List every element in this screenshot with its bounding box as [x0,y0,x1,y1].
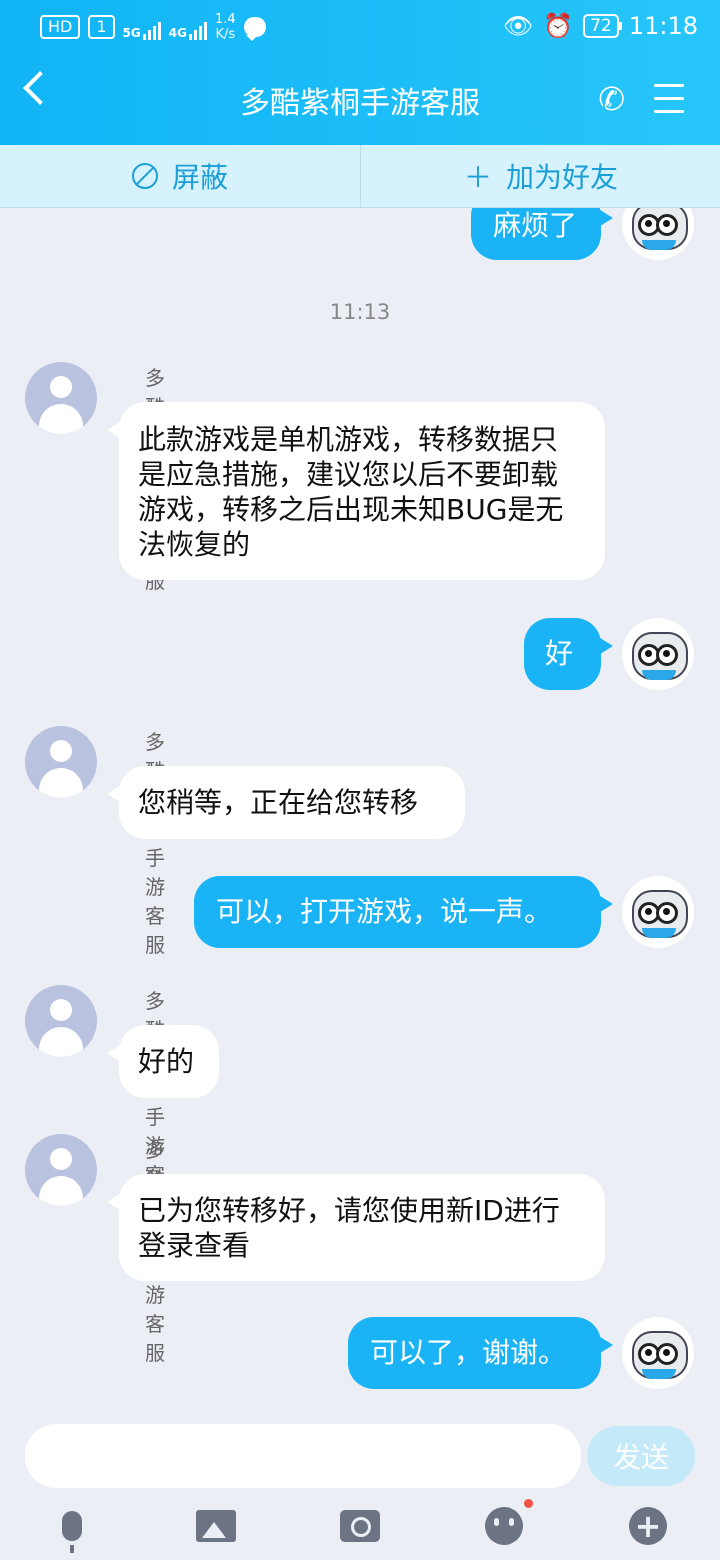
message-bubble[interactable]: 可以，打开游戏，说一声。 [194,876,613,948]
header: HD 1 5G 4G 1.4 K/s 👁 ⏰ 72 11:18 多酷紫桐手游客服 … [0,0,720,145]
plus-icon: ＋ [463,161,492,194]
service-avatar[interactable] [25,362,97,434]
my-avatar[interactable] [622,1317,694,1389]
message-bubble[interactable]: 您稍等，正在给您转移 [107,766,465,839]
title-bar: 多酷紫桐手游客服 ✆ [0,56,720,145]
emoji-button[interactable] [480,1499,533,1550]
my-avatar[interactable] [622,876,694,948]
phone-call-icon[interactable]: ✆ [598,80,625,118]
clock: 11:18 [628,12,698,40]
message-bubble[interactable]: 好的 [107,1025,219,1098]
plus-icon: + [629,1507,667,1545]
notification-dot [524,1499,533,1508]
message-bubble[interactable]: 可以了，谢谢。 [348,1317,613,1389]
message-bubble[interactable]: 已为您转移好，请您使用新ID进行登录查看 [107,1174,605,1281]
add-friend-button[interactable]: ＋ 加为好友 [360,145,720,207]
sim-badge: 1 [88,15,115,39]
eye-icon: 👁 [502,12,534,40]
my-avatar[interactable] [622,618,694,690]
emoji-icon [485,1499,533,1545]
sender-name: 多酷紫桐手游客服 [145,730,165,957]
message-input[interactable] [25,1424,581,1488]
battery-icon: 72 [583,14,622,38]
composer: 发送 + [0,1410,720,1560]
camera-icon [340,1510,380,1542]
action-bar-overlay: 屏蔽 ＋ 加为好友 [0,145,720,208]
microphone-icon [62,1511,82,1553]
service-avatar[interactable] [25,1134,97,1206]
service-avatar[interactable] [25,985,97,1057]
image-icon [196,1510,236,1542]
block-button[interactable]: 屏蔽 [0,145,360,207]
service-avatar[interactable] [25,726,97,798]
voice-button[interactable] [48,1502,96,1553]
camera-button[interactable] [336,1502,384,1550]
block-label: 屏蔽 [171,161,228,194]
message-notification-icon [243,17,266,41]
image-button[interactable] [192,1502,240,1550]
alarm-icon: ⏰ [543,12,574,40]
hd-badge: HD [40,15,81,39]
message-bubble[interactable]: 好 [524,618,613,690]
more-button[interactable]: + [624,1502,672,1550]
message-bubble[interactable]: 此款游戏是单机游戏，转移数据只是应急措施，建议您以后不要卸载游戏，转移之后出现未… [107,402,605,580]
chat-timestamp: 11:13 [329,300,391,324]
network-speed: 1.4 K/s [214,12,236,42]
signal-icon: 5G [123,14,161,40]
menu-icon[interactable] [654,84,684,123]
block-icon [131,163,158,189]
status-bar: HD 1 5G 4G 1.4 K/s 👁 ⏰ 72 11:18 [0,0,720,56]
add-friend-label: 加为好友 [506,161,619,194]
signal-icon: 4G [169,14,207,40]
send-button[interactable]: 发送 [587,1426,695,1486]
